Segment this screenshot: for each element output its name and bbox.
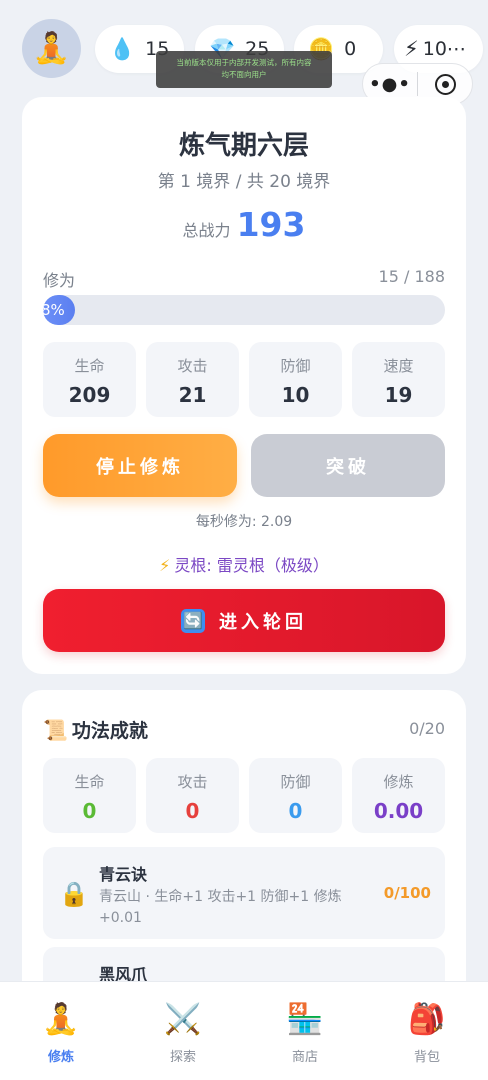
nav-bag[interactable]: 🎒 背包	[366, 982, 488, 1080]
lightning-icon: ⚡	[159, 556, 171, 575]
nav-label: 修炼	[47, 1050, 74, 1065]
bonus-cultivation: 修炼 0.00	[352, 758, 445, 833]
skill-item[interactable]: 🔒 青云诀 青云山 · 生命+1 攻击+1 防御+1 修炼+0.01 0/100	[43, 847, 445, 939]
store-icon: 🏪	[286, 1002, 324, 1037]
bonus-attack: 攻击 0	[146, 758, 239, 833]
stop-cultivation-button[interactable]: 停止修炼	[43, 434, 237, 497]
skill-progress: 0/100	[383, 884, 431, 902]
bonus-label: 攻击	[177, 773, 208, 791]
coin-value: 0	[344, 38, 357, 60]
cultivation-label: 修为	[43, 271, 76, 290]
skills-count: 0/20	[409, 719, 445, 738]
stat-label: 生命	[74, 357, 105, 375]
cultivation-card: 炼气期六层 第 1 境界 / 共 20 境界 总战力 193 修为 15 / 1…	[22, 97, 466, 674]
cultivation-rate: 每秒修为: 2.09	[195, 514, 293, 530]
bonus-value: 0	[185, 799, 200, 823]
bonus-hp: 生命 0	[43, 758, 136, 833]
water-drop-icon: 💧	[109, 36, 136, 61]
realm-title: 炼气期六层	[178, 131, 309, 161]
lock-icon: 🔒	[59, 880, 89, 908]
bottom-navigation: 🧘 修炼 ⚔️ 探索 🏪 商店 🎒 背包	[0, 981, 488, 1080]
skills-heading: 📜 功法成就	[43, 716, 148, 743]
skill-bonuses: 生命 0 攻击 0 防御 0 修炼 0.00	[43, 758, 445, 833]
skill-description: 青云山 · 生命+1 攻击+1 防御+1 修炼+0.01	[99, 889, 342, 926]
action-buttons: 停止修炼 突破	[43, 434, 445, 497]
power-value: 193	[236, 205, 306, 244]
bonus-value: 0	[82, 799, 97, 823]
stat-value: 209	[68, 383, 111, 407]
stat-hp: 生命 209	[43, 342, 136, 417]
avatar[interactable]: 🧘	[22, 19, 81, 78]
stat-speed: 速度 19	[352, 342, 445, 417]
bonus-defense: 防御 0	[249, 758, 342, 833]
crossed-swords-icon: ⚔️	[164, 1002, 202, 1037]
cultivation-progress-bar: 8%	[43, 295, 445, 325]
power-label: 总战力	[182, 221, 231, 240]
progress-percent: 8%	[43, 301, 65, 319]
nav-shop[interactable]: 🏪 商店	[244, 982, 366, 1080]
lightning-icon: ⚡	[404, 37, 419, 61]
record-circle-icon	[434, 73, 456, 95]
stat-label: 防御	[280, 357, 311, 375]
stat-label: 攻击	[177, 357, 208, 375]
skill-name: 青云诀	[99, 865, 148, 884]
bonus-label: 防御	[280, 773, 311, 791]
meditating-person-icon: 🧘	[32, 31, 71, 66]
rebirth-label: 进入轮回	[219, 611, 307, 633]
nav-cultivate[interactable]: 🧘 修炼	[0, 982, 122, 1080]
stat-value: 10	[281, 383, 310, 407]
scroll-icon: 📜	[43, 717, 68, 742]
stat-defense: 防御 10	[249, 342, 342, 417]
attribute-stats: 生命 209 攻击 21 防御 10 速度 19	[43, 342, 445, 417]
rebirth-button[interactable]: 🔄 进入轮回	[43, 589, 445, 652]
breakthrough-button[interactable]: 突破	[251, 434, 445, 497]
bonus-value: 0	[288, 799, 303, 823]
spirit-root: ⚡ 灵根: 雷灵根（极级）	[22, 552, 466, 576]
nav-label: 商店	[291, 1050, 318, 1065]
skills-title: 功法成就	[71, 720, 148, 742]
backpack-icon: 🎒	[408, 1002, 446, 1037]
cycle-arrows-icon: 🔄	[181, 608, 205, 633]
spirit-root-text: 灵根: 雷灵根（极级）	[174, 556, 329, 575]
stat-value: 21	[178, 383, 207, 407]
bonus-label: 生命	[74, 773, 105, 791]
nav-explore[interactable]: ⚔️ 探索	[122, 982, 244, 1080]
energy-value: 10⋯	[422, 38, 466, 60]
stat-value: 19	[384, 383, 413, 407]
bonus-value: 0.00	[373, 799, 424, 823]
bonus-label: 修炼	[383, 773, 414, 791]
cultivation-value: 15 / 188	[378, 267, 445, 286]
nav-label: 探索	[169, 1050, 196, 1065]
nav-label: 背包	[413, 1050, 440, 1065]
dev-notice-tooltip: 当前版本仅用于内部开发测试，所有内容均不面向用户	[156, 51, 332, 88]
stat-attack: 攻击 21	[146, 342, 239, 417]
meditating-person-icon: 🧘	[42, 1002, 80, 1037]
realm-subtitle: 第 1 境界 / 共 20 境界	[157, 172, 331, 192]
total-power: 总战力 193	[22, 205, 466, 244]
stat-label: 速度	[383, 357, 414, 375]
